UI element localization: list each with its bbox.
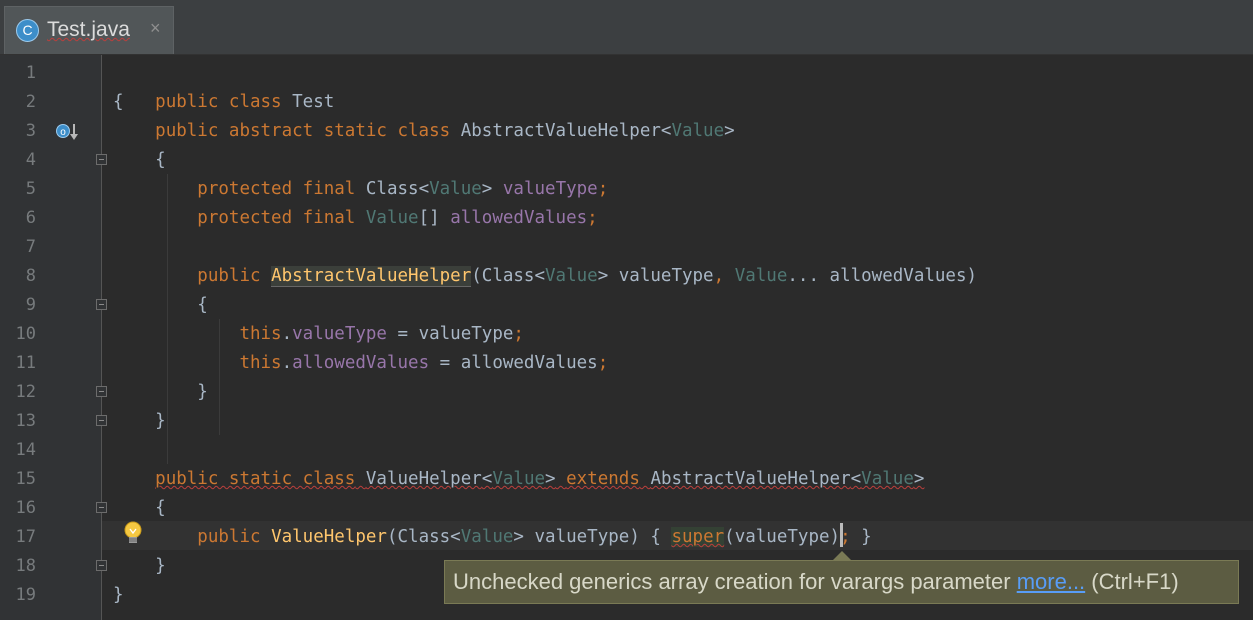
line-number: 4 bbox=[25, 150, 36, 170]
code-line-12: } bbox=[197, 382, 208, 402]
line-number: 15 bbox=[15, 469, 36, 489]
line-number: 14 bbox=[15, 440, 36, 460]
tooltip-shortcut: (Ctrl+F1) bbox=[1085, 569, 1179, 594]
code-line-15: public static class ValueHelper<Value> e… bbox=[155, 469, 925, 489]
code-line-16: { bbox=[155, 498, 166, 518]
code-line-4: { bbox=[155, 150, 166, 170]
text-caret bbox=[840, 523, 843, 547]
close-icon[interactable]: × bbox=[150, 18, 161, 39]
line-number: 1 bbox=[25, 63, 36, 83]
tooltip-message: Unchecked generics array creation for va… bbox=[453, 569, 1017, 594]
code-line-8: public AbstractValueHelper(Class<Value> … bbox=[197, 266, 978, 287]
tab-test-java[interactable]: C Test.java × bbox=[4, 6, 174, 54]
line-number: 13 bbox=[15, 411, 36, 431]
tooltip-pointer bbox=[833, 551, 851, 560]
fold-marker[interactable] bbox=[96, 299, 107, 310]
code-line-10: this.valueType = valueType; bbox=[239, 324, 524, 344]
code-line-2: { bbox=[113, 92, 124, 112]
fold-marker[interactable] bbox=[96, 502, 107, 513]
line-number: 17 bbox=[15, 527, 36, 547]
line-number: 3 bbox=[25, 121, 36, 141]
line-number: 5 bbox=[25, 179, 36, 199]
line-number: 12 bbox=[15, 382, 36, 402]
fold-marker[interactable] bbox=[96, 560, 107, 571]
line-number: 19 bbox=[15, 585, 36, 605]
tab-label: Test.java bbox=[47, 18, 130, 41]
fold-marker[interactable] bbox=[96, 154, 107, 165]
line-number: 6 bbox=[25, 208, 36, 228]
gutter: 1 2 3 4 5 6 7 8 9 10 11 12 13 14 15 16 1… bbox=[0, 55, 107, 620]
fold-marker[interactable] bbox=[96, 415, 107, 426]
svg-text:o: o bbox=[60, 127, 66, 138]
line-number: 9 bbox=[25, 295, 36, 315]
code-line-5: protected final Class<Value> valueType; bbox=[197, 179, 609, 199]
line-number: 2 bbox=[25, 92, 36, 112]
line-number: 18 bbox=[15, 556, 36, 576]
code-line-18: } bbox=[155, 556, 166, 576]
code-line-19: } bbox=[113, 585, 124, 605]
fold-marker[interactable] bbox=[96, 386, 107, 397]
line-number: 11 bbox=[15, 353, 36, 373]
code-line-13: } bbox=[155, 411, 166, 431]
code-editor[interactable]: 1 2 3 4 5 6 7 8 9 10 11 12 13 14 15 16 1… bbox=[0, 55, 1253, 620]
more-link[interactable]: more... bbox=[1017, 569, 1085, 594]
override-method-icon[interactable]: o bbox=[55, 121, 79, 141]
inspection-tooltip: Unchecked generics array creation for va… bbox=[444, 560, 1239, 604]
code-line-17: public ValueHelper(Class<Value> valueTyp… bbox=[197, 527, 872, 547]
line-number: 8 bbox=[25, 266, 36, 286]
line-number: 7 bbox=[25, 237, 36, 257]
code-line-3: public abstract static class AbstractVal… bbox=[155, 121, 735, 141]
code-line-11: this.allowedValues = allowedValues; bbox=[239, 353, 609, 373]
code-line-6: protected final Value[] allowedValues; bbox=[197, 208, 598, 228]
code-line-9: { bbox=[197, 295, 208, 315]
line-number: 16 bbox=[15, 498, 36, 518]
class-file-icon: C bbox=[16, 19, 39, 42]
editor-tab-bar: C Test.java × bbox=[0, 0, 1253, 55]
line-number: 10 bbox=[15, 324, 36, 344]
